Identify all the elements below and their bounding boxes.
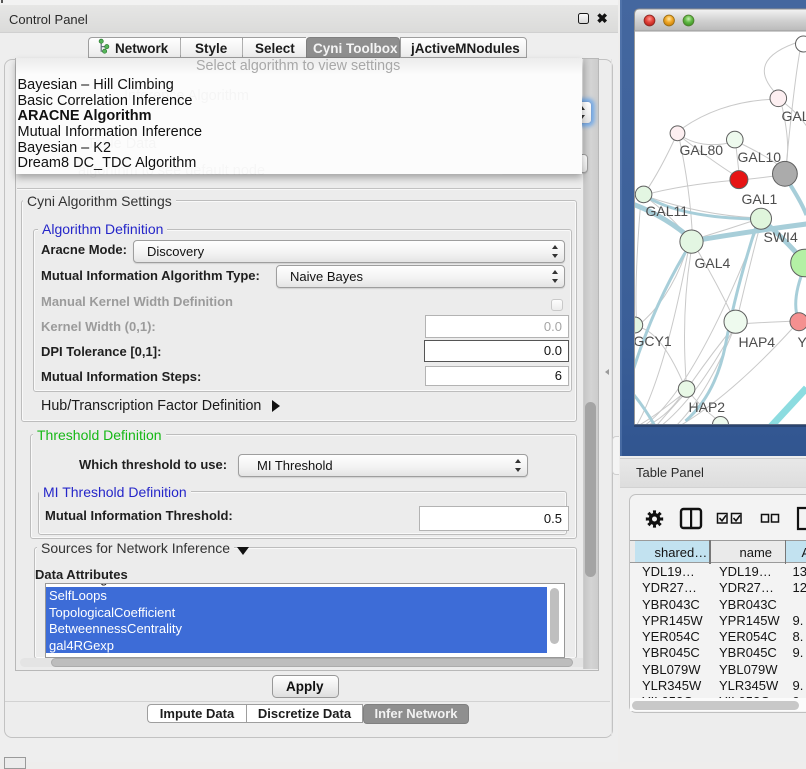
svg-text:GAL11: GAL11 [646, 203, 689, 219]
svg-text:HAP2: HAP2 [689, 399, 726, 415]
svg-text:GAL1: GAL1 [742, 191, 778, 207]
svg-text:GAL4: GAL4 [695, 255, 731, 271]
svg-text:GCY1: GCY1 [634, 333, 672, 349]
svg-text:Y: Y [798, 334, 806, 350]
svg-text:GAL10: GAL10 [738, 149, 782, 165]
svg-text:GAL80: GAL80 [680, 142, 724, 158]
svg-text:GAL7: GAL7 [782, 108, 806, 124]
svg-text:HAP4: HAP4 [739, 334, 776, 350]
svg-text:SWI4: SWI4 [764, 229, 798, 245]
